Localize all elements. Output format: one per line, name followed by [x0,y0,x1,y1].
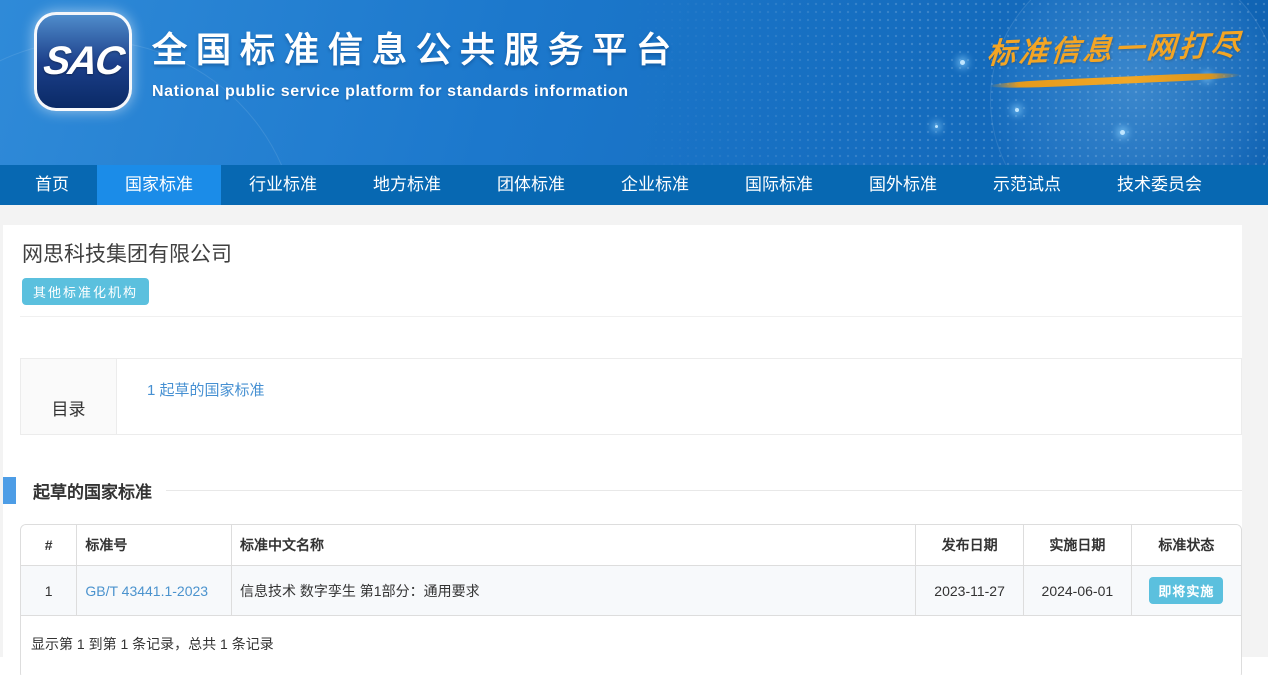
cell-implement-date: 2024-06-01 [1023,566,1131,616]
nav-item-technical-committee[interactable]: 技术委员会 [1089,165,1230,205]
content-card: 网思科技集团有限公司 其他标准化机构 目录 1 起草的国家标准 起草的国家标准 … [3,225,1242,657]
cell-status: 即将实施 [1131,566,1241,616]
main-nav: 首页 国家标准 行业标准 地方标准 团体标准 企业标准 国际标准 国外标准 示范… [0,165,1268,205]
standards-table-container: # 标准号 标准中文名称 发布日期 实施日期 标准状态 1 GB/T 43441… [20,524,1242,675]
standards-table: # 标准号 标准中文名称 发布日期 实施日期 标准状态 1 GB/T 43441… [21,525,1241,616]
cell-standard-no: GB/T 43441.1-2023 [77,566,232,616]
nav-item-national-standards[interactable]: 国家标准 [97,165,221,205]
cell-publish-date: 2023-11-27 [916,566,1024,616]
sac-logo-text: SAC [41,39,126,84]
toc-box: 目录 1 起草的国家标准 [20,358,1242,435]
glow-dot [935,125,938,128]
header-implement-date: 实施日期 [1023,525,1131,566]
cell-name-cn: 信息技术 数字孪生 第1部分：通用要求 [232,566,916,616]
nav-item-local-standards[interactable]: 地方标准 [345,165,469,205]
section-marker [3,477,16,504]
nav-item-group-standards[interactable]: 团体标准 [469,165,593,205]
organization-type-badge: 其他标准化机构 [22,278,149,305]
glow-dot [960,60,965,65]
nav-item-industry-standards[interactable]: 行业标准 [221,165,345,205]
site-title-block: 全国标准信息公共服务平台 National public service pla… [152,22,680,101]
nav-item-international-standards[interactable]: 国际标准 [717,165,841,205]
toc-body: 1 起草的国家标准 [117,359,1241,434]
status-badge: 即将实施 [1149,577,1223,604]
section-rule [166,490,1242,491]
nav-item-home[interactable]: 首页 [7,165,97,205]
slogan-text: 标准信息一网打尽 [984,21,1247,72]
site-title: 全国标准信息公共服务平台 [152,22,680,73]
divider [20,316,1242,317]
header-status: 标准状态 [1131,525,1241,566]
toc-label: 目录 [52,395,86,420]
glow-dot [1015,108,1019,112]
toc-label-cell: 目录 [21,359,117,434]
toc-link-drafted-standards[interactable]: 1 起草的国家标准 [147,382,265,399]
cell-index: 1 [21,566,77,616]
table-header-row: # 标准号 标准中文名称 发布日期 实施日期 标准状态 [21,525,1241,566]
header-index: # [21,525,77,566]
header-name-cn: 标准中文名称 [232,525,916,566]
section-title: 起草的国家标准 [33,478,152,503]
header-banner: SAC 全国标准信息公共服务平台 National public service… [0,0,1268,165]
glow-dot [1120,130,1125,135]
sac-logo[interactable]: SAC [34,12,132,111]
site-subtitle: National public service platform for sta… [152,83,680,101]
table-row: 1 GB/T 43441.1-2023 信息技术 数字孪生 第1部分：通用要求 … [21,566,1241,616]
organization-name: 网思科技集团有限公司 [3,238,1242,268]
record-count-summary: 显示第 1 到第 1 条记录，总共 1 条记录 [21,616,1241,675]
page-background: 网思科技集团有限公司 其他标准化机构 目录 1 起草的国家标准 起草的国家标准 … [0,205,1268,657]
slogan-block: 标准信息一网打尽 [985,26,1245,84]
nav-item-pilot-demo[interactable]: 示范试点 [965,165,1089,205]
header-publish-date: 发布日期 [916,525,1024,566]
section-header: 起草的国家标准 [3,477,1242,504]
nav-item-foreign-standards[interactable]: 国外标准 [841,165,965,205]
nav-item-enterprise-standards[interactable]: 企业标准 [593,165,717,205]
header-standard-no: 标准号 [77,525,232,566]
standard-number-link[interactable]: GB/T 43441.1-2023 [85,583,208,599]
